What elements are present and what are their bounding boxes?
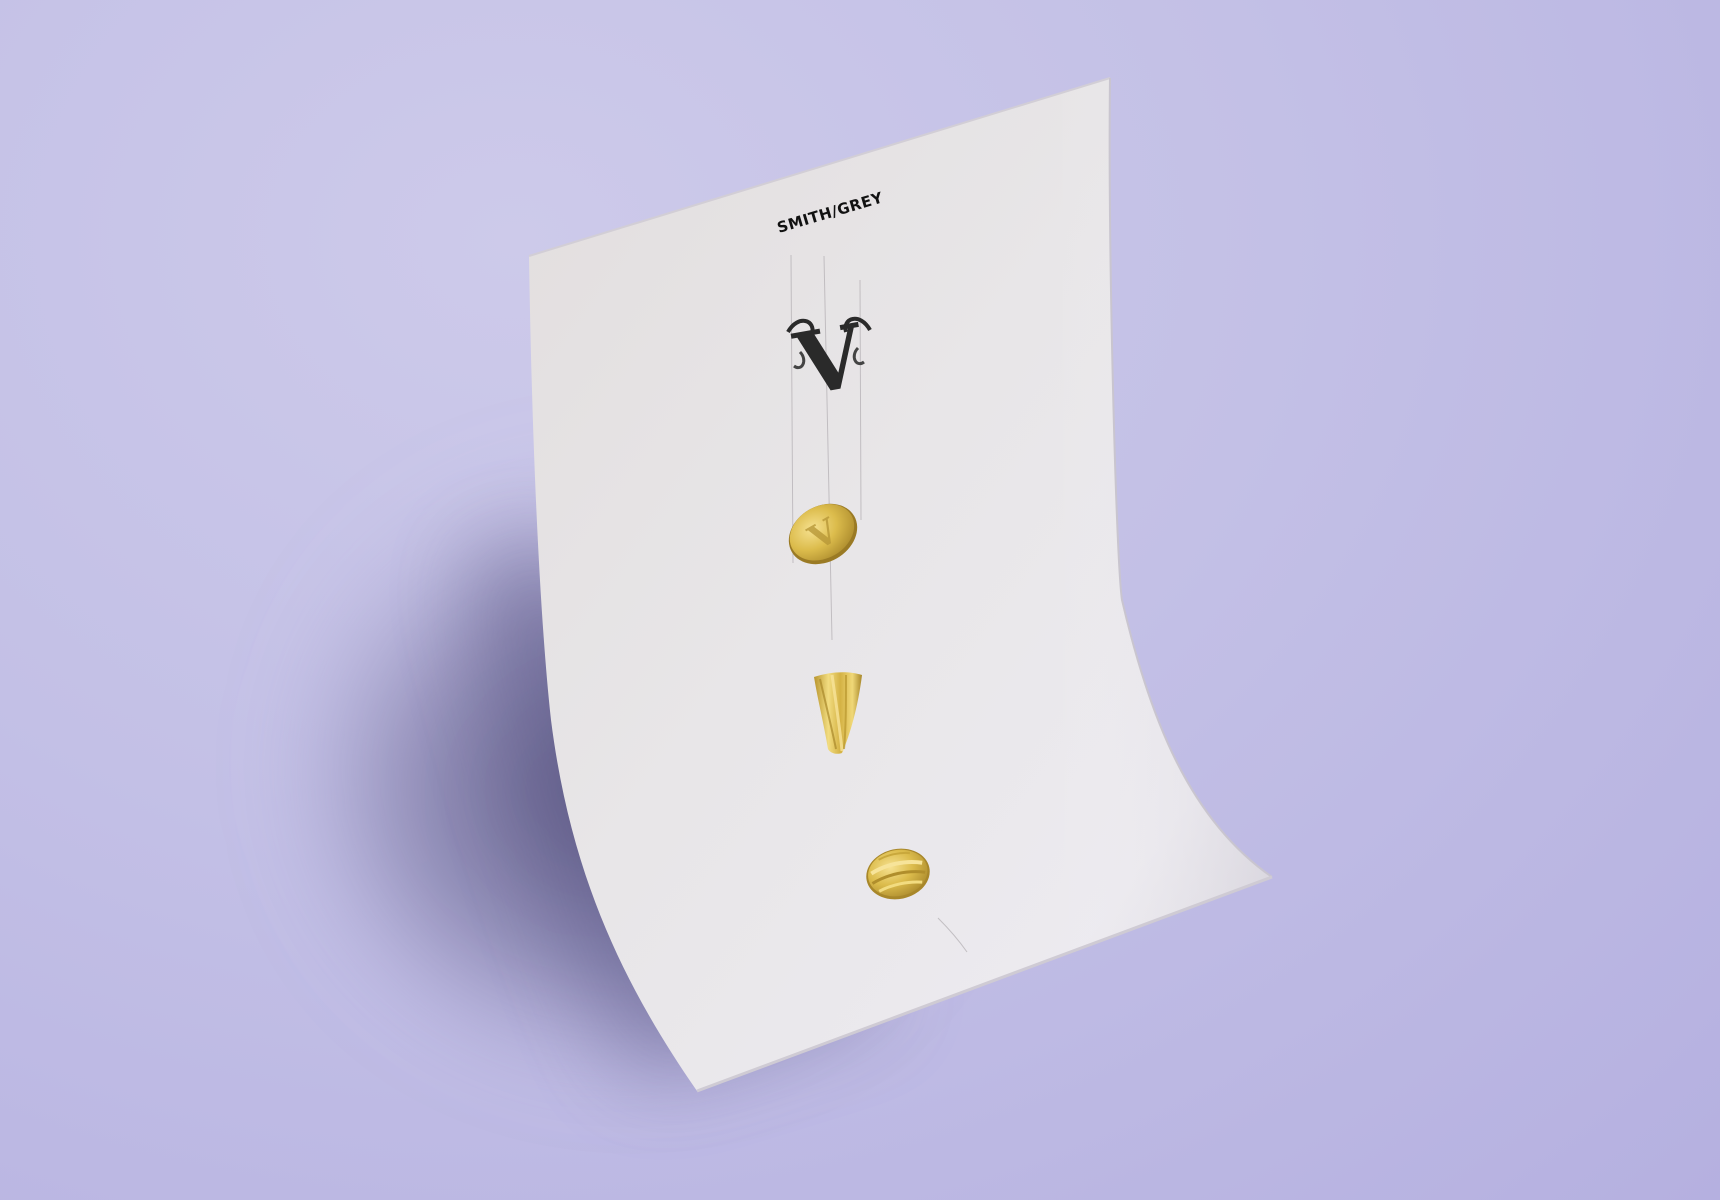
mockup-scene: SMITH/GREY V V [310, 77, 1273, 1093]
paper-sheet-shade [529, 78, 1272, 1091]
